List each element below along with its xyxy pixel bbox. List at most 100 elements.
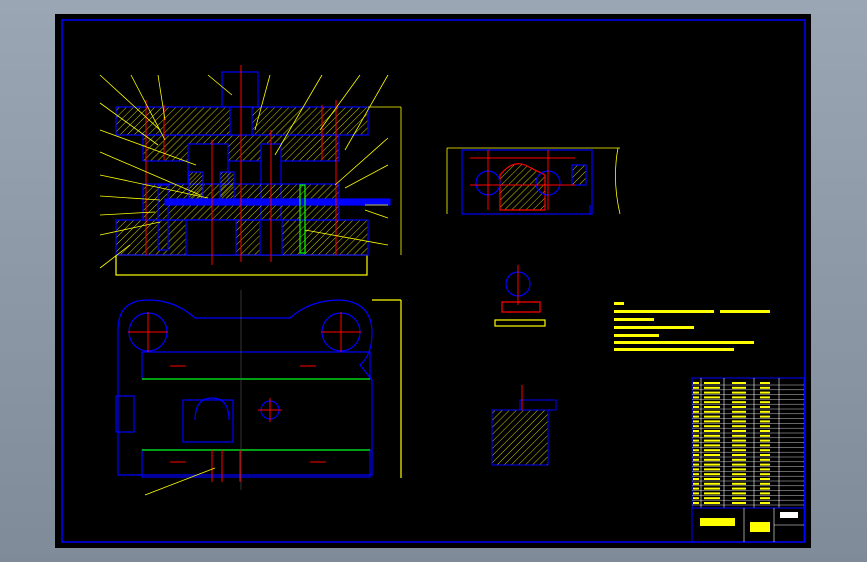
parts-list-cell: [732, 410, 746, 413]
parts-list-cell: [732, 382, 746, 384]
parts-list-cell: [704, 396, 720, 399]
parts-list-cell: [732, 473, 746, 476]
parts-list-cell: [704, 415, 720, 418]
parts-list-cell: [732, 401, 746, 404]
parts-list-cell: [693, 487, 699, 490]
parts-list-cell: [760, 425, 770, 428]
parts-list-cell: [704, 473, 720, 476]
parts-list-cell: [732, 468, 746, 471]
parts-list-cell: [693, 449, 699, 452]
parts-list-cell: [732, 391, 746, 394]
parts-list-cell: [760, 434, 770, 437]
parts-list-cell: [732, 439, 746, 442]
parts-list-cell: [693, 444, 699, 447]
parts-list-cell: [693, 482, 699, 485]
parts-list-cell: [760, 396, 770, 399]
parts-list-cell: [732, 463, 746, 466]
parts-list-cell: [704, 401, 720, 404]
parts-list-cell: [760, 382, 770, 384]
parts-list-cell: [693, 386, 699, 389]
parts-list-cell: [693, 420, 699, 423]
parts-list-cell: [732, 434, 746, 437]
parts-list-cell: [760, 391, 770, 394]
parts-list-cell: [693, 425, 699, 428]
parts-list-cell: [732, 497, 746, 500]
parts-list-cell: [704, 478, 720, 480]
parts-list-cell: [760, 492, 770, 495]
parts-list-cell: [760, 463, 770, 466]
parts-list-cell: [732, 386, 746, 389]
parts-list-cell: [704, 391, 720, 394]
parts-list-cell: [693, 478, 699, 480]
parts-list-cell: [760, 487, 770, 490]
parts-list-cell: [693, 458, 699, 461]
parts-list-cell: [732, 482, 746, 485]
parts-list-cell: [693, 439, 699, 442]
parts-list-cell: [693, 382, 699, 384]
parts-list-cell: [760, 410, 770, 413]
parts-list-cell: [704, 497, 720, 500]
parts-list-cell: [732, 415, 746, 418]
parts-list-cell: [693, 434, 699, 437]
parts-list-cell: [760, 415, 770, 418]
cad-drawing-canvas[interactable]: [0, 0, 867, 562]
parts-list-cell: [693, 497, 699, 500]
parts-list-cell: [704, 410, 720, 413]
parts-list-cell: [760, 482, 770, 485]
parts-list-cell: [693, 391, 699, 394]
parts-list-cell: [732, 478, 746, 480]
parts-list-cell: [704, 458, 720, 461]
parts-list-cell: [760, 401, 770, 404]
parts-list-cell: [704, 468, 720, 471]
parts-list-cell: [693, 410, 699, 413]
parts-list-cell: [760, 420, 770, 423]
parts-list-cell: [760, 444, 770, 447]
parts-list-cell: [704, 425, 720, 428]
parts-list-cell: [760, 478, 770, 480]
parts-list-cell: [704, 444, 720, 447]
parts-list-cell: [704, 502, 720, 504]
parts-list-cell: [760, 454, 770, 456]
parts-list-cell: [760, 449, 770, 452]
parts-list-cell: [693, 454, 699, 456]
parts-list-cell: [760, 502, 770, 504]
parts-list-cell: [732, 487, 746, 490]
parts-list-cell: [732, 492, 746, 495]
parts-list-cell: [704, 406, 720, 408]
parts-list-cell: [732, 420, 746, 423]
parts-list-cell: [693, 502, 699, 504]
parts-list-cell: [732, 454, 746, 456]
parts-list-cell: [693, 430, 699, 432]
model-space: [55, 14, 811, 548]
parts-list-cell: [704, 463, 720, 466]
parts-list-cell: [693, 468, 699, 471]
parts-list-cell: [704, 439, 720, 442]
parts-list-cell: [760, 473, 770, 476]
parts-list-cell: [732, 502, 746, 504]
parts-list-cell: [704, 449, 720, 452]
parts-list-cell: [704, 382, 720, 384]
parts-list-cell: [704, 434, 720, 437]
parts-list-cell: [760, 386, 770, 389]
parts-list-cell: [704, 430, 720, 432]
parts-list-cell: [704, 454, 720, 456]
parts-list-cell: [760, 406, 770, 408]
parts-list-cell: [732, 458, 746, 461]
parts-list-cell: [693, 401, 699, 404]
parts-list-cell: [704, 492, 720, 495]
parts-list-cell: [732, 406, 746, 408]
parts-list-cell: [693, 415, 699, 418]
parts-list-cell: [732, 396, 746, 399]
parts-list-cell: [732, 425, 746, 428]
parts-list-cell: [760, 439, 770, 442]
parts-list-cell: [693, 473, 699, 476]
parts-list-cell: [704, 487, 720, 490]
parts-list-cell: [732, 430, 746, 432]
parts-list-cell: [732, 449, 746, 452]
parts-list-cell: [693, 463, 699, 466]
parts-list-cell: [704, 420, 720, 423]
parts-list-cell: [760, 430, 770, 432]
parts-list-cell: [704, 386, 720, 389]
parts-list-cell: [693, 492, 699, 495]
parts-list-cell: [760, 497, 770, 500]
